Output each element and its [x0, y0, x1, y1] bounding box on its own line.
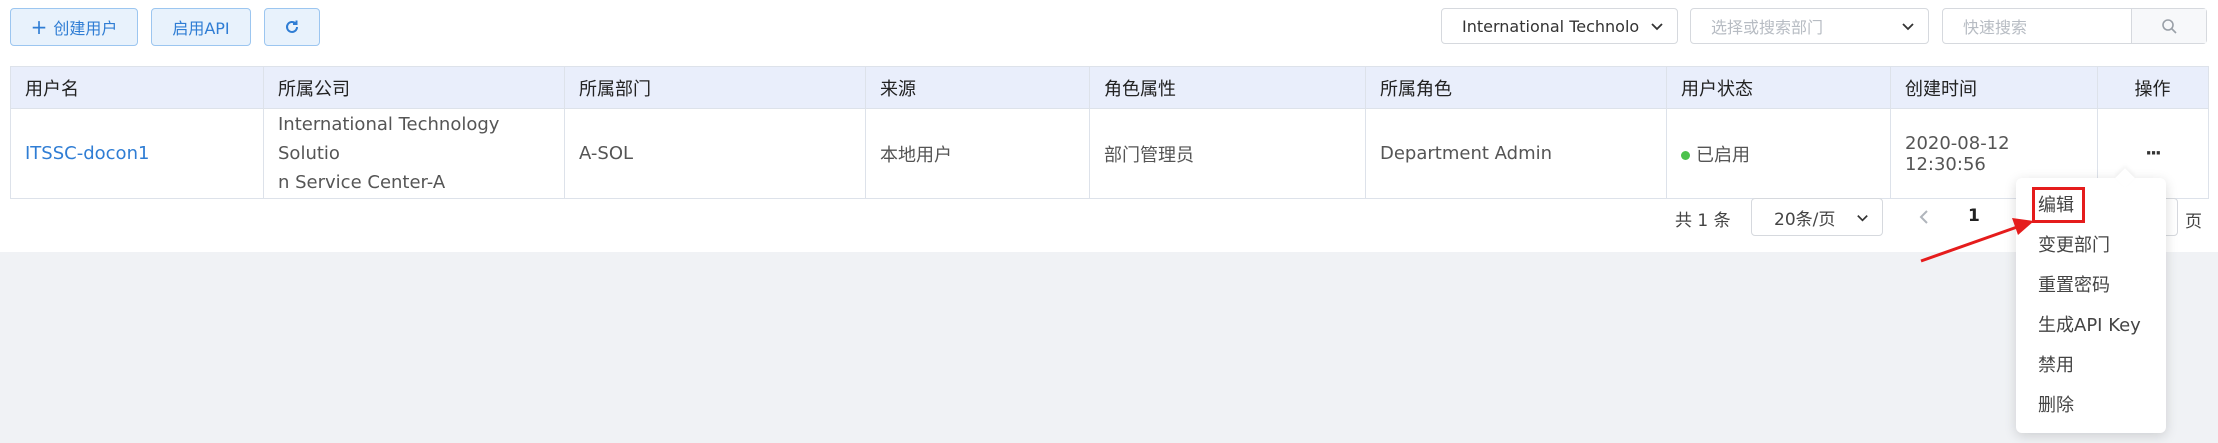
create-user-label: 创建用户 [53, 19, 118, 38]
company-select-value: International Technolo [1462, 16, 1640, 36]
column-header: 操作 [2097, 66, 2209, 109]
search-button[interactable] [2131, 9, 2206, 43]
table-row: ITSSC-docon1 International Technology So… [10, 108, 2209, 199]
company-line-1: International Technology Solutio [278, 114, 500, 164]
page-size-value: 20条/页 [1774, 209, 1836, 230]
department-cell: A-SOL [564, 108, 866, 199]
enable-api-button[interactable]: 启用API [151, 8, 251, 46]
column-header: 角色属性 [1089, 66, 1366, 109]
search-icon [2162, 19, 2177, 34]
role-attr-cell: 部门管理员 [1089, 108, 1366, 199]
current-page[interactable]: 1 [1968, 206, 1980, 226]
search-input[interactable]: 快速搜索 [1943, 9, 2131, 43]
chevron-down-icon [1857, 215, 1868, 222]
company-select[interactable]: International Technolo [1441, 8, 1678, 44]
more-actions-icon[interactable]: ··· [2145, 143, 2161, 164]
menu-item-disable[interactable]: 禁用 [2038, 351, 2074, 377]
department-placeholder: 选择或搜索部门 [1711, 18, 1824, 37]
refresh-icon [286, 20, 298, 33]
company-cell: International Technology Solutio n Servi… [263, 108, 565, 199]
search-box: 快速搜索 [1942, 8, 2207, 44]
department-select[interactable]: 选择或搜索部门 [1690, 8, 1929, 44]
source-cell: 本地用户 [865, 108, 1090, 199]
company-line-2: n Service Center-A [278, 172, 446, 193]
pagination-total: 共 1 条 [1675, 211, 1731, 231]
chevron-down-icon [1651, 23, 1663, 31]
menu-item-generate-api-key[interactable]: 生成API Key [2038, 311, 2141, 337]
plus-icon: + [30, 15, 48, 39]
column-header: 创建时间 [1890, 66, 2098, 109]
column-header: 用户状态 [1666, 66, 1891, 109]
column-header: 所属角色 [1365, 66, 1667, 109]
role-cell: Department Admin [1365, 108, 1667, 199]
pagination-suffix: 页 [2185, 212, 2202, 232]
main-panel: + 创建用户 启用API International Technolo 选择或搜… [0, 0, 2218, 252]
menu-item-delete[interactable]: 删除 [2038, 391, 2074, 417]
status-dot-icon [1681, 151, 1690, 160]
page-size-select[interactable]: 20条/页 [1751, 198, 1883, 236]
refresh-button[interactable] [264, 8, 320, 46]
prev-page-icon[interactable] [1916, 205, 1932, 229]
menu-item-reset-password[interactable]: 重置密码 [2038, 271, 2110, 297]
menu-item-change-department[interactable]: 变更部门 [2038, 231, 2110, 257]
status-label: 已启用 [1696, 144, 1750, 166]
users-table: 用户名 所属公司 所属部门 来源 角色属性 所属角色 用户状态 创建时间 操作 … [10, 66, 2209, 199]
column-header: 用户名 [10, 66, 264, 109]
highlight-box [2032, 187, 2085, 223]
chevron-down-icon [1902, 23, 1914, 31]
status-cell: 已启用 [1666, 108, 1891, 199]
table-header-row: 用户名 所属公司 所属部门 来源 角色属性 所属角色 用户状态 创建时间 操作 [10, 66, 2209, 109]
column-header: 所属部门 [564, 66, 866, 109]
create-user-button[interactable]: + 创建用户 [10, 8, 138, 46]
column-header: 所属公司 [263, 66, 565, 109]
enable-api-label: 启用API [172, 19, 230, 38]
column-header: 来源 [865, 66, 1090, 109]
username-link[interactable]: ITSSC-docon1 [10, 108, 264, 199]
search-placeholder: 快速搜索 [1963, 18, 2028, 37]
